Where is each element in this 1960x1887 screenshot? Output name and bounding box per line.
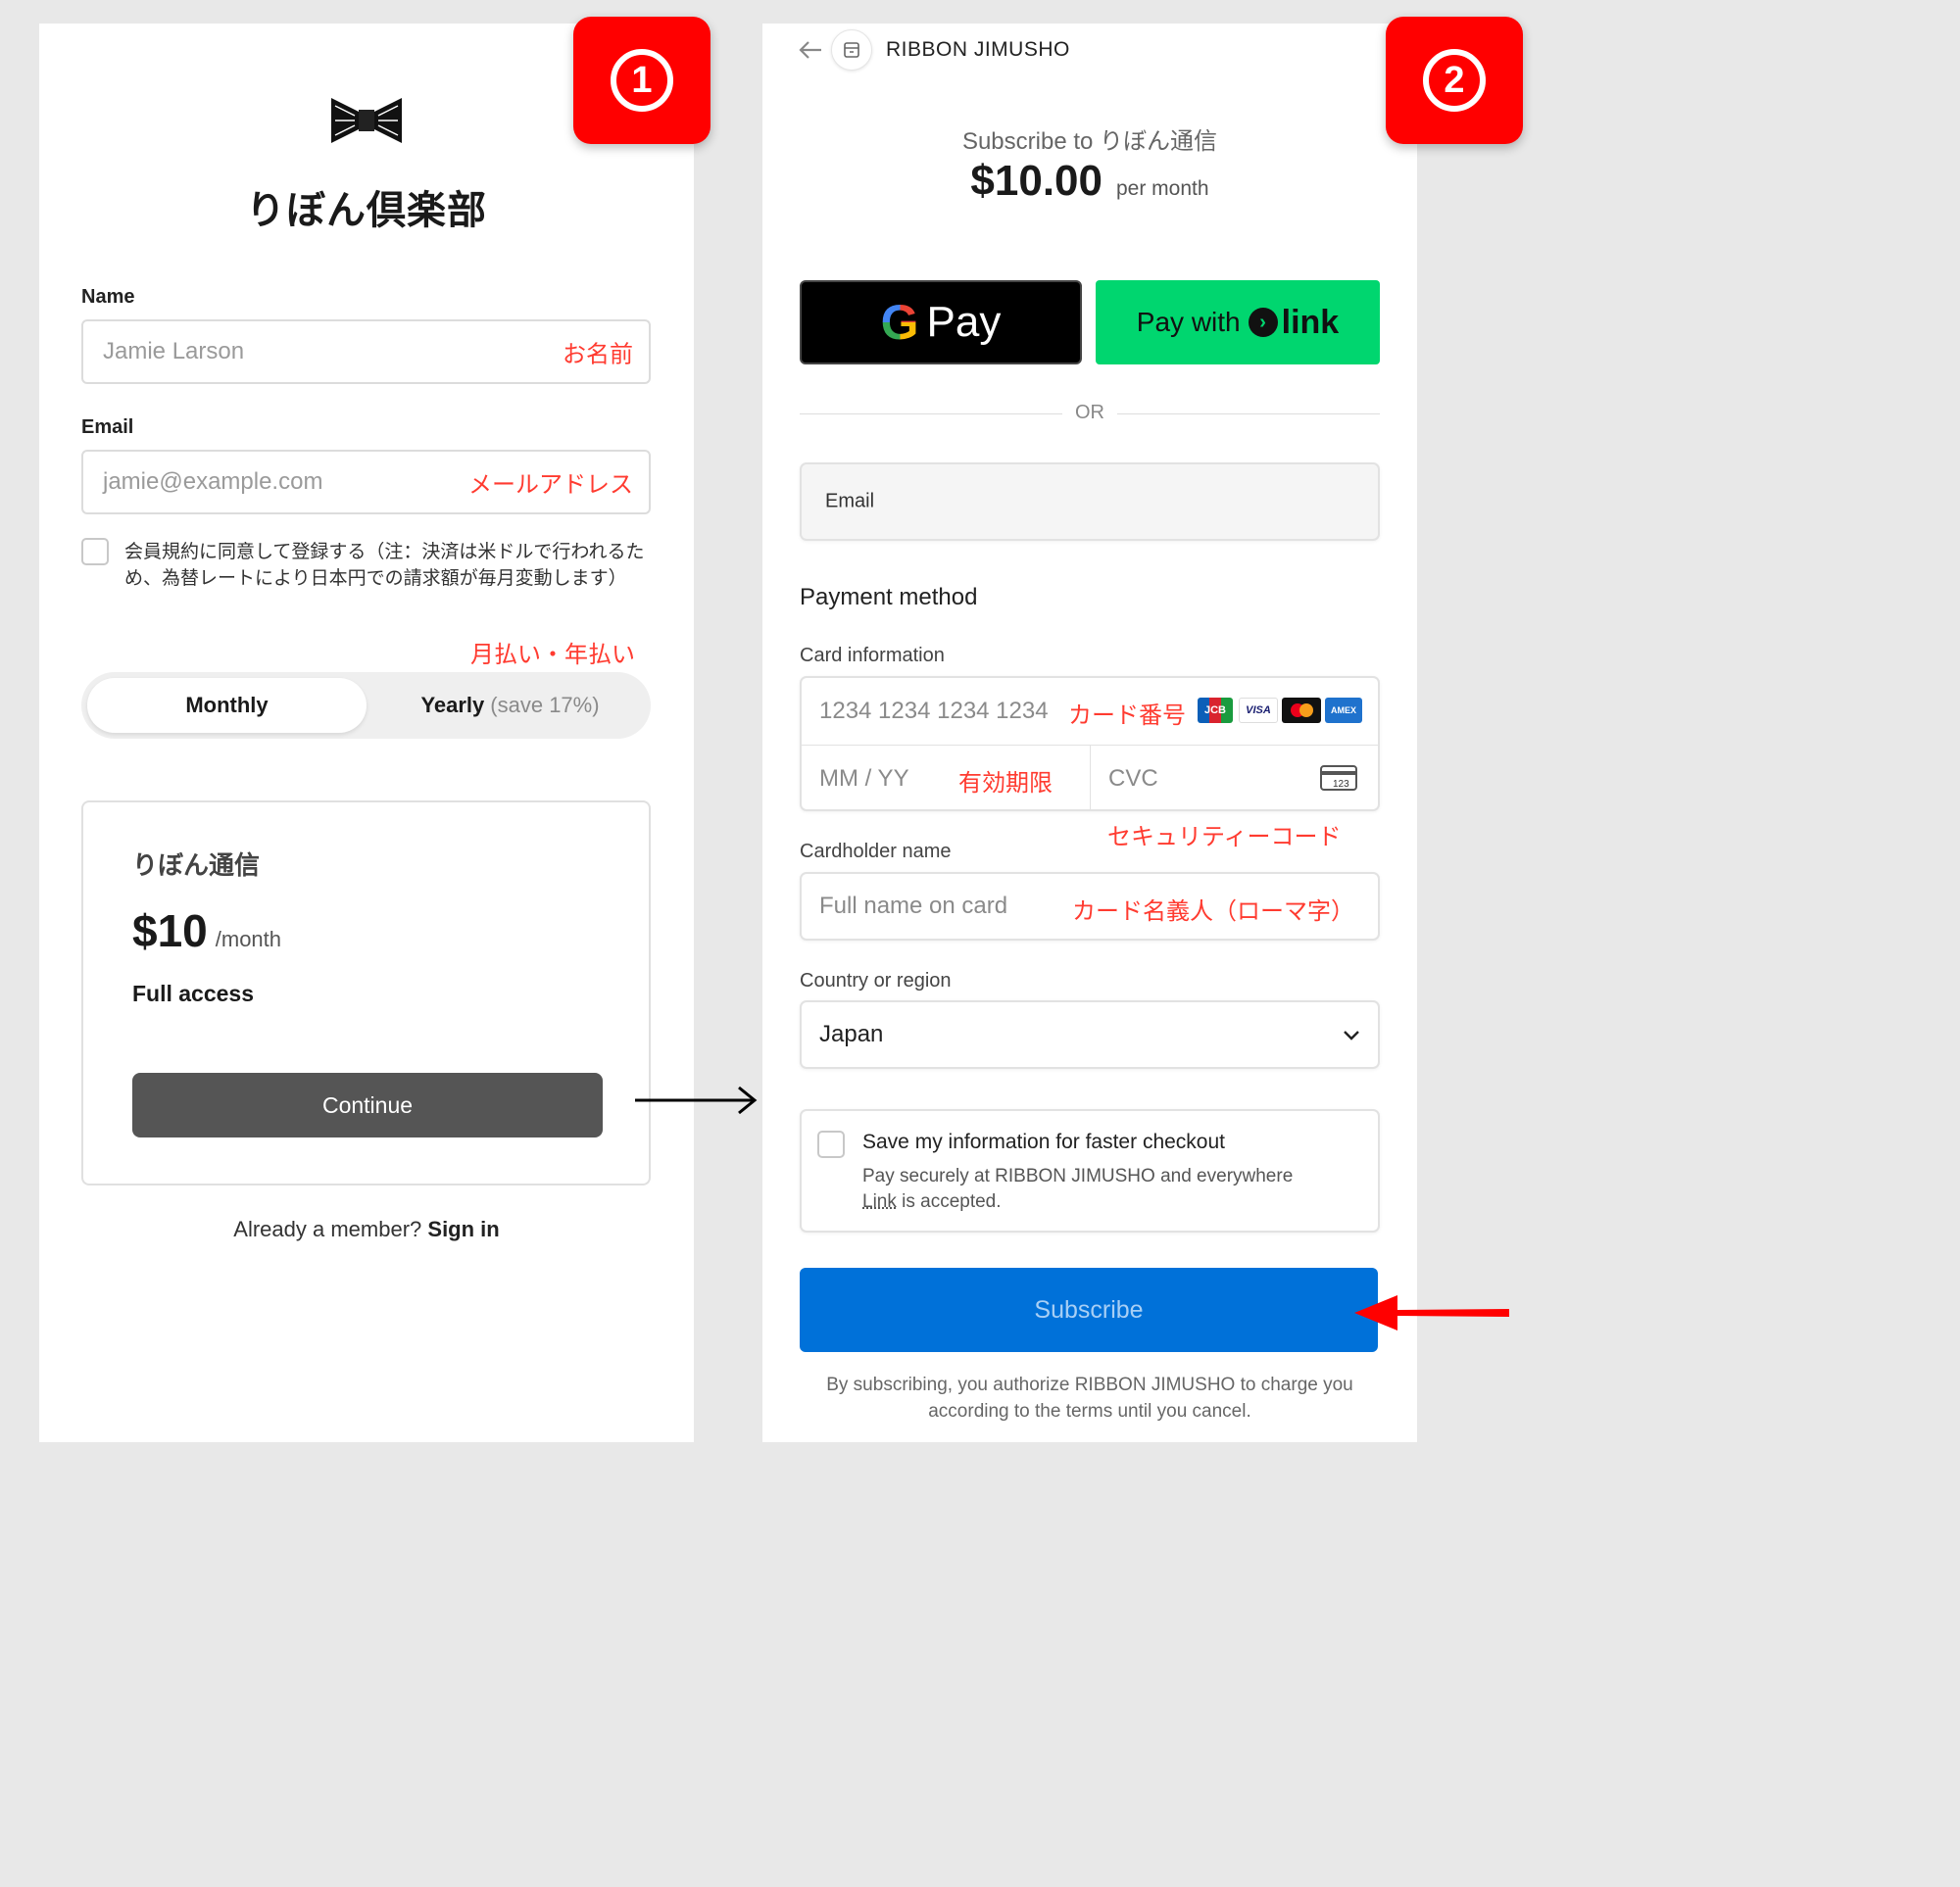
checkout-panel: RIBBON JIMUSHO Subscribe to りぼん通信 $10.00… [762, 24, 1417, 1442]
email-input-placeholder: Email [825, 490, 875, 512]
card-number-placeholder: 1234 1234 1234 1234 [819, 698, 1049, 724]
ribbon-logo [331, 98, 402, 143]
plan-card: りぼん通信 $10 /month Full access Continue [81, 800, 651, 1185]
cardholder-note: カード名義人（ローマ字） [1072, 898, 1354, 925]
toggle-monthly[interactable]: Monthly [87, 678, 367, 733]
merchant-name: RIBBON JIMUSHO [886, 38, 1070, 61]
step-number-2: 2 [1423, 49, 1486, 112]
svg-text:123: 123 [1333, 779, 1349, 790]
link-arrow-icon: › [1248, 308, 1278, 337]
legal-text: By subscribing, you authorize RIBBON JIM… [762, 1372, 1417, 1425]
toggle-yearly-label: Yearly [420, 693, 485, 717]
cvc-card-icon: 123 [1320, 765, 1357, 791]
email-field[interactable]: jamie@example.com メールアドレス [81, 450, 651, 514]
plan-name: りぼん通信 [132, 850, 261, 880]
flow-arrow-icon [635, 1086, 758, 1115]
name-field[interactable]: Jamie Larson お名前 [81, 319, 651, 384]
save-info-line2: is accepted. [902, 1191, 1002, 1212]
chevron-down-icon [1344, 1031, 1359, 1040]
amex-icon: AMEX [1325, 698, 1362, 723]
plan-feature: Full access [132, 981, 255, 1006]
save-info-checkbox[interactable] [817, 1131, 845, 1158]
google-g-icon: G [880, 295, 919, 350]
plan-price: $10 [132, 905, 208, 956]
billing-note: 月払い・年払い [470, 642, 635, 668]
save-info-box: Save my information for faster checkout … [800, 1109, 1380, 1233]
subscribe-to-title: Subscribe to りぼん通信 [961, 128, 1218, 155]
link-prefix: Pay with [1136, 307, 1241, 337]
toggle-yearly-save: (save 17%) [490, 693, 600, 717]
mastercard-icon [1282, 698, 1321, 723]
gpay-label: Pay [926, 298, 1002, 346]
link-label: link [1281, 303, 1340, 341]
country-select[interactable]: Japan [800, 1000, 1380, 1069]
payment-method-heading: Payment method [800, 584, 978, 610]
save-info-line1: Pay securely at RIBBON JIMUSHO and every… [862, 1166, 1294, 1186]
step-badge-1: 1 [573, 17, 710, 144]
card-number-note: カード番号 [1068, 702, 1186, 729]
country-value: Japan [819, 1021, 884, 1047]
legal-line-1: By subscribing, you authorize RIBBON JIM… [826, 1375, 1353, 1395]
terms-text: 会員規約に同意して登録する（注：決済は米ドルで行われるため、為替レートにより日本… [124, 542, 645, 589]
cardholder-placeholder: Full name on card [819, 893, 1008, 919]
name-label: Name [81, 286, 135, 308]
price: $10.00 [970, 157, 1102, 205]
plan-period: /month [215, 927, 282, 951]
visa-icon: VISA [1239, 698, 1278, 723]
country-label: Country or region [800, 970, 952, 992]
email-placeholder: jamie@example.com [103, 468, 323, 495]
card-number-input[interactable]: 1234 1234 1234 1234 カード番号 JCB VISA AMEX [802, 678, 1378, 745]
signin-prefix: Already a member? [233, 1217, 422, 1241]
name-placeholder: Jamie Larson [103, 338, 245, 364]
legal-line-2: according to the terms until you cancel. [928, 1401, 1251, 1422]
email-note: メールアドレス [468, 471, 633, 499]
billing-toggle: Monthly Yearly (save 17%) [81, 672, 651, 739]
email-input[interactable]: Email [800, 462, 1380, 541]
save-info-line2-row: Link is accepted. [862, 1191, 1002, 1213]
terms-checkbox[interactable] [81, 538, 109, 565]
card-info-group: 1234 1234 1234 1234 カード番号 JCB VISA AMEX … [800, 676, 1380, 811]
cardholder-label: Cardholder name [800, 841, 952, 862]
cvc-placeholder: CVC [1108, 764, 1158, 792]
toggle-monthly-label: Monthly [185, 693, 269, 717]
cvc-input[interactable]: CVC 123 [1091, 746, 1378, 811]
divider-right [1117, 413, 1380, 414]
cvc-note: セキュリティーコード [1107, 824, 1342, 850]
google-pay-button[interactable]: G Pay [800, 280, 1082, 364]
price-row: $10.00 per month [762, 157, 1417, 206]
signup-panel: りぼん倶楽部 Name Jamie Larson お名前 Email jamie… [39, 24, 694, 1442]
subscribe-button[interactable]: Subscribe [800, 1268, 1378, 1352]
price-period: per month [1116, 177, 1209, 200]
expiry-placeholder: MM / YY [819, 764, 909, 792]
save-info-title: Save my information for faster checkout [862, 1131, 1225, 1153]
store-icon [831, 29, 872, 71]
link-pay-button[interactable]: Pay with › link [1096, 280, 1380, 364]
plan-price-row: $10 /month [132, 904, 281, 957]
back-arrow-icon[interactable] [798, 39, 823, 61]
jcb-icon: JCB [1198, 698, 1233, 723]
pointer-arrow-icon [1354, 1295, 1509, 1331]
expiry-input[interactable]: MM / YY 有効期限 [802, 746, 1090, 811]
email-label: Email [81, 416, 134, 438]
signin-row: Already a member? Sign in [39, 1217, 694, 1242]
expiry-note: 有効期限 [958, 770, 1053, 797]
continue-button[interactable]: Continue [132, 1073, 603, 1137]
step-badge-2: 2 [1386, 17, 1523, 144]
club-title: りぼん倶楽部 [246, 189, 487, 232]
signin-link[interactable]: Sign in [427, 1217, 499, 1241]
cardholder-input[interactable]: Full name on card カード名義人（ローマ字） [800, 872, 1380, 941]
step-number-1: 1 [611, 49, 673, 112]
toggle-yearly[interactable]: Yearly (save 17%) [375, 678, 645, 733]
save-info-link[interactable]: Link [862, 1191, 897, 1212]
name-note: お名前 [563, 341, 633, 368]
card-info-label: Card information [800, 645, 945, 666]
